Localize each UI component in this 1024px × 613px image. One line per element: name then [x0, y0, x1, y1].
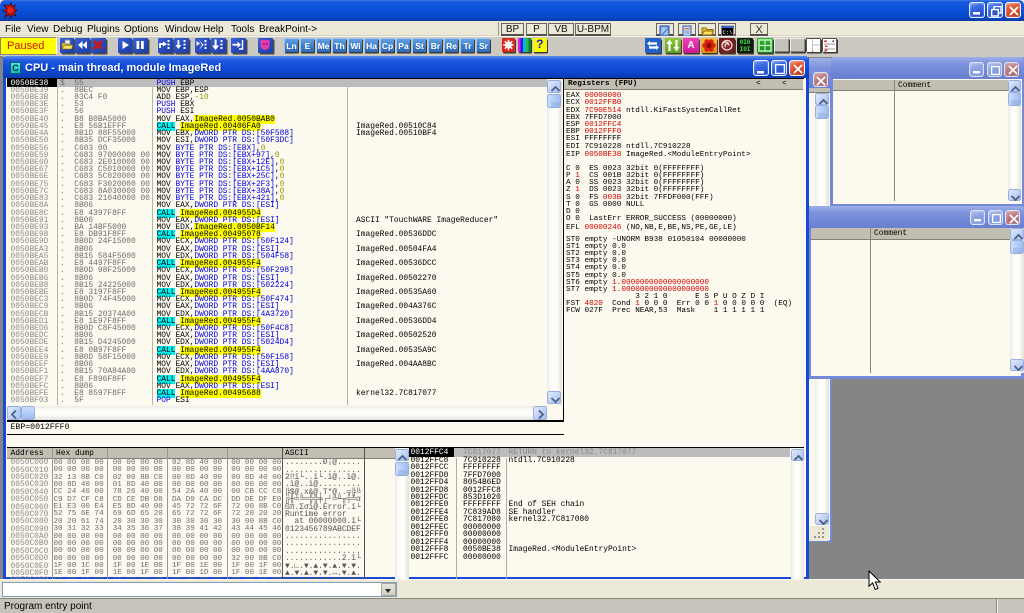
svg-text:C:\: C:\: [722, 29, 732, 36]
